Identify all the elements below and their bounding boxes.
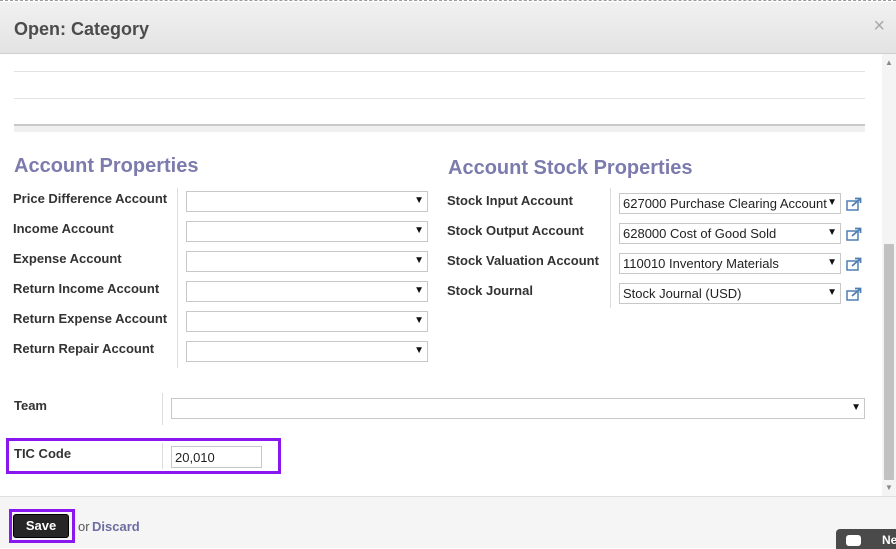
column-divider	[177, 188, 178, 368]
stock-journal-label: Stock Journal	[447, 283, 533, 298]
income-account-label: Income Account	[13, 221, 114, 236]
save-button[interactable]: Save	[13, 514, 69, 538]
chat-tab[interactable]: Ne	[836, 529, 896, 549]
caret-down-icon: ▼	[414, 285, 424, 296]
scroll-up-icon[interactable]: ▲	[885, 58, 893, 67]
expense-account-label: Expense Account	[13, 251, 122, 266]
dialog-footer: Save or Discard Ne	[0, 496, 896, 549]
caret-down-icon: ▼	[851, 402, 861, 413]
account-properties-title: Account Properties	[14, 155, 199, 177]
chat-bubble-icon	[846, 535, 861, 546]
close-icon[interactable]: ×	[873, 16, 885, 36]
tic-code-input[interactable]	[171, 446, 262, 468]
tic-code-label: TIC Code	[14, 446, 72, 461]
select-value: 628000 Cost of Good Sold	[623, 226, 777, 241]
dialog-title: Open: Category	[14, 19, 150, 39]
caret-down-icon: ▼	[414, 345, 424, 356]
divider	[14, 98, 865, 99]
select-value: 627000 Purchase Clearing Account	[623, 196, 827, 211]
column-divider	[162, 393, 163, 425]
caret-down-icon: ▼	[414, 225, 424, 236]
scrollbar-thumb[interactable]	[884, 244, 894, 480]
return-expense-account-select[interactable]: ▼	[186, 311, 428, 332]
dialog-header: Open: Category ×	[0, 2, 896, 54]
column-divider	[610, 188, 611, 308]
external-link-icon[interactable]	[846, 257, 862, 271]
external-link-icon[interactable]	[846, 287, 862, 301]
caret-down-icon: ▼	[827, 287, 837, 298]
stock-journal-select[interactable]: Stock Journal (USD) ▼	[619, 283, 841, 304]
select-value: Stock Journal (USD)	[623, 286, 742, 301]
stock-input-account-select[interactable]: 627000 Purchase Clearing Account ▼	[619, 193, 841, 214]
income-account-select[interactable]: ▼	[186, 221, 428, 242]
stock-output-account-label: Stock Output Account	[447, 223, 584, 238]
return-expense-account-label: Return Expense Account	[13, 311, 168, 326]
caret-down-icon: ▼	[414, 195, 424, 206]
return-income-account-select[interactable]: ▼	[186, 281, 428, 302]
caret-down-icon: ▼	[414, 255, 424, 266]
scroll-down-icon[interactable]: ▼	[885, 483, 893, 492]
stock-output-account-select[interactable]: 628000 Cost of Good Sold ▼	[619, 223, 841, 244]
caret-down-icon: ▼	[414, 315, 424, 326]
caret-down-icon: ▼	[827, 197, 837, 208]
stock-properties-title: Account Stock Properties	[448, 157, 693, 179]
chat-label: Ne	[882, 533, 896, 547]
stock-valuation-account-label: Stock Valuation Account	[447, 253, 599, 268]
caret-down-icon: ▼	[827, 227, 837, 238]
divider	[14, 71, 865, 72]
return-repair-account-select[interactable]: ▼	[186, 341, 428, 362]
team-label: Team	[14, 398, 47, 413]
caret-down-icon: ▼	[827, 257, 837, 268]
dialog-scrollbar[interactable]: ▲ ▼	[882, 54, 896, 496]
return-income-account-label: Return Income Account	[13, 281, 160, 296]
discard-link[interactable]: Discard	[92, 519, 140, 534]
return-repair-account-label: Return Repair Account	[13, 341, 155, 356]
price-difference-account-label: Price Difference Account	[13, 191, 168, 206]
stock-input-account-label: Stock Input Account	[447, 193, 573, 208]
team-select[interactable]: ▼	[171, 398, 865, 419]
external-link-icon[interactable]	[846, 227, 862, 241]
expense-account-select[interactable]: ▼	[186, 251, 428, 272]
stock-valuation-account-select[interactable]: 110010 Inventory Materials ▼	[619, 253, 841, 274]
section-separator	[14, 124, 865, 132]
or-text: or	[78, 519, 90, 534]
dialog-body: Account Properties Price Difference Acco…	[0, 54, 882, 496]
price-difference-account-select[interactable]: ▼	[186, 191, 428, 212]
select-value: 110010 Inventory Materials	[623, 256, 779, 271]
external-link-icon[interactable]	[846, 197, 862, 211]
column-divider	[162, 443, 163, 469]
